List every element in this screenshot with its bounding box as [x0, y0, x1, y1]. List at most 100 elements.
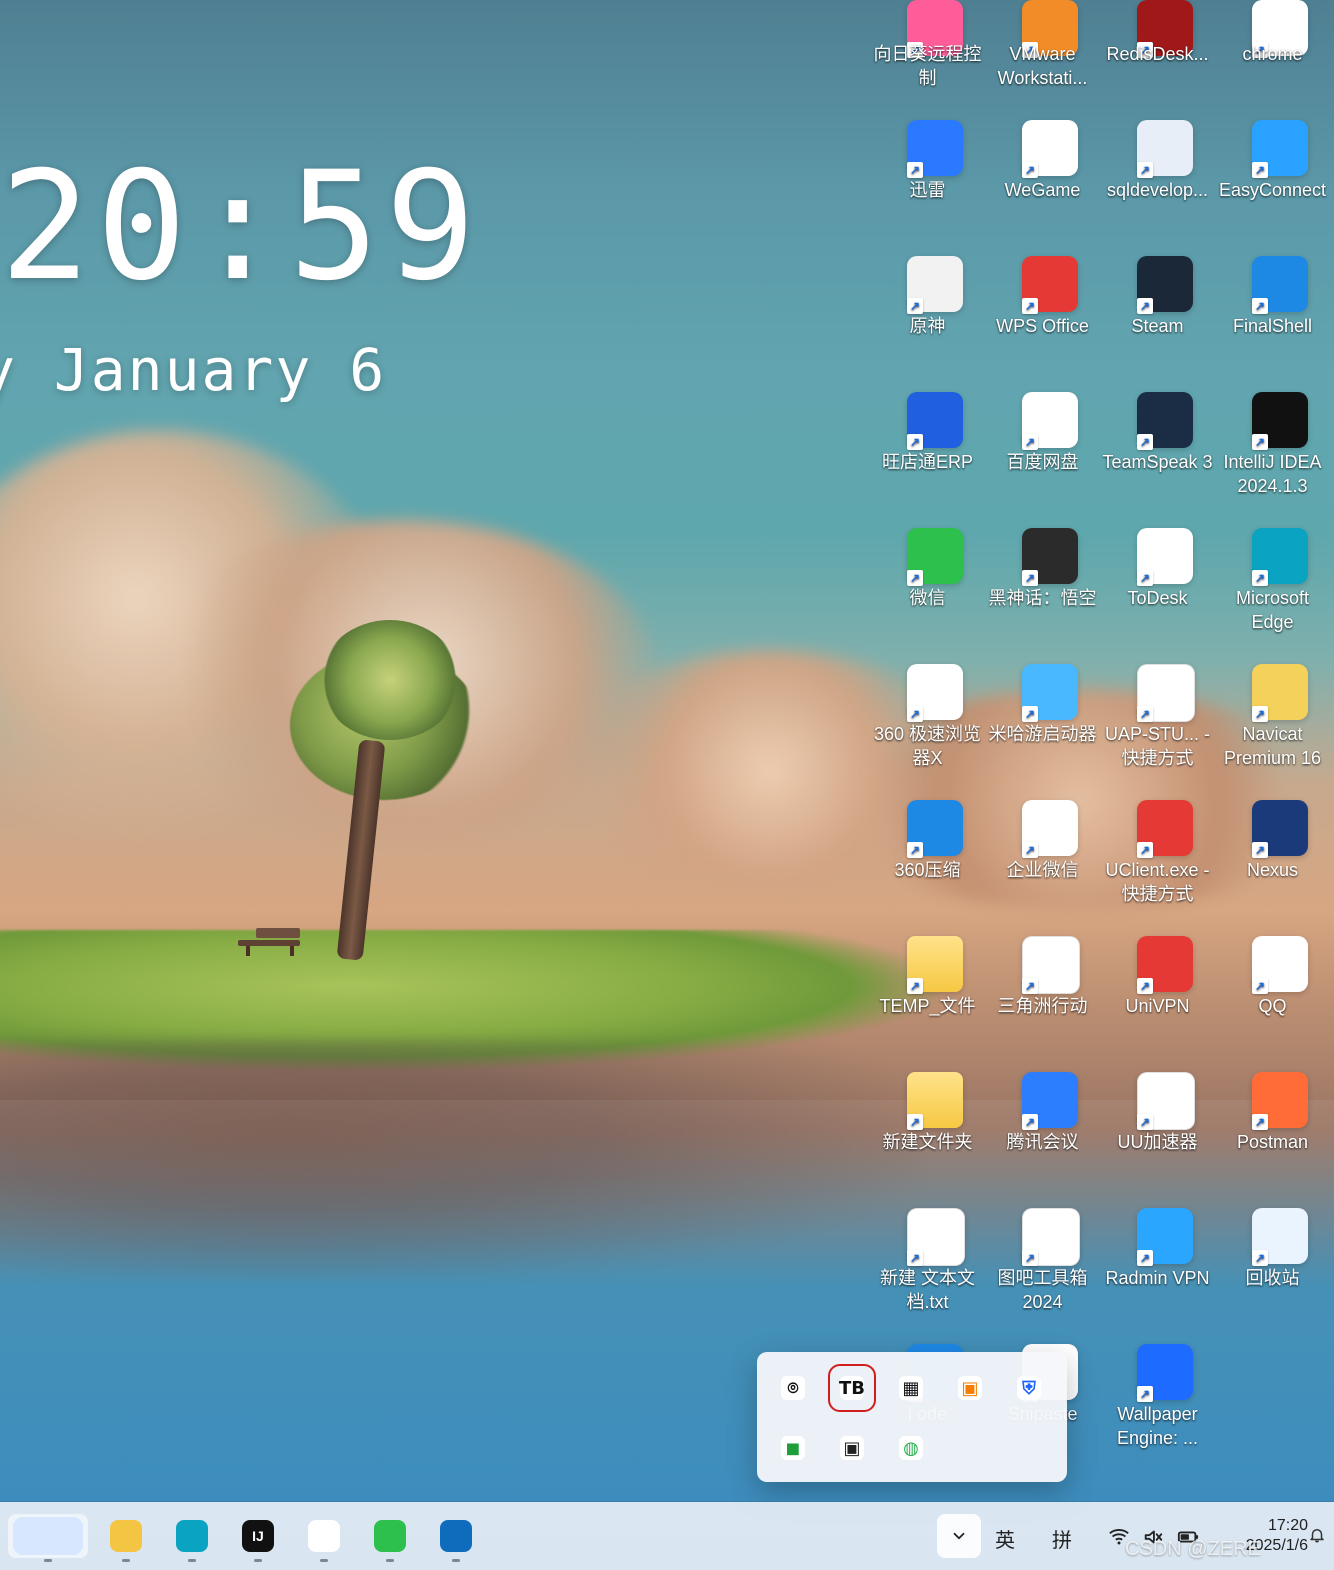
bell-icon: [1310, 1529, 1324, 1543]
desktop-icon[interactable]: ↗ ToDesk: [1100, 528, 1215, 658]
shortcut-arrow-icon: ↗: [1252, 706, 1268, 722]
shortcut-arrow-icon: ↗: [1252, 978, 1268, 994]
desktop-icon[interactable]: ↗ sqldevelop...: [1100, 120, 1215, 250]
desktop-icon[interactable]: ↗ 360压缩: [870, 800, 985, 930]
taskbar-app-button[interactable]: [298, 1514, 350, 1562]
shortcut-arrow-icon: ↗: [907, 162, 923, 178]
desktop-icon[interactable]: ↗ Wallpaper Engine: ...: [1100, 1344, 1215, 1474]
wechat-icon: [374, 1520, 406, 1552]
desktop-icon[interactable]: ↗ UniVPN: [1100, 936, 1215, 1066]
desktop-icon[interactable]: ↗ TeamSpeak 3: [1100, 392, 1215, 522]
desktop-icon-label: 回收站: [1245, 1268, 1300, 1288]
taskbar-app-button[interactable]: [8, 1514, 88, 1562]
desktop-icon[interactable]: ↗ TEMP_文件: [870, 936, 985, 1066]
desktop-icon[interactable]: ↗ 旺店通ERP: [870, 392, 985, 522]
desktop-icon-label: Microsoft Edge: [1235, 588, 1309, 632]
desktop-icon[interactable]: ↗ 回收站: [1215, 1208, 1330, 1338]
desktop-icon[interactable]: ↗ IntelliJ IDEA 2024.1.3: [1215, 392, 1330, 522]
desktop-icon[interactable]: ↗ 360 极速浏览器X: [870, 664, 985, 794]
desktop-icon[interactable]: ↗ UClient.exe - 快捷方式: [1100, 800, 1215, 930]
desktop-icon[interactable]: ↗ RedisDesk...: [1100, 0, 1215, 130]
tray-icon[interactable]: ◍: [891, 1428, 931, 1468]
ime-language-indicator[interactable]: 英: [995, 1524, 1015, 1553]
taskbar-app-button[interactable]: IJ: [232, 1514, 284, 1562]
desktop-icon[interactable]: ↗ Radmin VPN: [1100, 1208, 1215, 1338]
desktop-icon[interactable]: ↗ 新建文件夹: [870, 1072, 985, 1202]
desktop-icon-label: 新建 文本文档.txt: [879, 1268, 975, 1312]
desktop-icon[interactable]: ↗ UAP-STU... - 快捷方式: [1100, 664, 1215, 794]
desktop-icon-label: Wallpaper Engine: ...: [1116, 1404, 1199, 1448]
desktop-icon[interactable]: ↗ chrome: [1215, 0, 1330, 130]
tray-icon[interactable]: ▦: [891, 1368, 931, 1408]
desktop-icon-label: VMware Workstati...: [997, 44, 1088, 88]
shortcut-arrow-icon: ↗: [907, 1114, 923, 1130]
shortcut-arrow-icon: ↗: [1252, 842, 1268, 858]
tray-icon[interactable]: ⌾: [773, 1368, 813, 1408]
nvidia-icon: ◼: [781, 1436, 805, 1460]
chevron-down-icon: [953, 1532, 965, 1540]
desktop-icon[interactable]: ↗ Postman: [1215, 1072, 1330, 1202]
taskbar-app-button[interactable]: [166, 1514, 218, 1562]
tb-icon: TB: [839, 1376, 865, 1400]
tray-icon[interactable]: ⛨: [1009, 1368, 1049, 1408]
desktop-icon[interactable]: ↗ EasyConnect: [1215, 120, 1330, 250]
taskbar-app-button[interactable]: [364, 1514, 416, 1562]
hidden-icons-popup: ⌾ TB ▦ ▣ ⛨ ◼ ▣ ◍: [757, 1352, 1067, 1482]
desktop-icon[interactable]: ↗ VMware Workstati...: [985, 0, 1100, 130]
tray-icon[interactable]: TB: [828, 1364, 876, 1412]
system-time: 17:20: [1267, 1517, 1308, 1534]
desktop-icon[interactable]: ↗ 三角洲行动: [985, 936, 1100, 1066]
ime-mode-indicator[interactable]: 拼: [1052, 1524, 1072, 1553]
desktop-icon[interactable]: ↗ 图吧工具箱 2024: [985, 1208, 1100, 1338]
desktop-icon-label: UU加速器: [1117, 1132, 1198, 1152]
desktop-icon[interactable]: ↗ 向日葵远程控制: [870, 0, 985, 130]
tray-icon[interactable]: ▣: [832, 1428, 872, 1468]
desktop-icon[interactable]: ↗ 新建 文本文档.txt: [870, 1208, 985, 1338]
desktop-icon-label: ToDesk: [1127, 588, 1188, 608]
desktop-icon[interactable]: ↗ 黑神话：悟空: [985, 528, 1100, 658]
desktop-icon[interactable]: ↗ WeGame: [985, 120, 1100, 250]
desktop-icon[interactable]: ↗ Navicat Premium 16: [1215, 664, 1330, 794]
desktop-icon[interactable]: ↗ UU加速器: [1100, 1072, 1215, 1202]
desktop-icon[interactable]: ↗ 米哈游启动器: [985, 664, 1100, 794]
desktop-icon[interactable]: ↗ Steam: [1100, 256, 1215, 386]
shortcut-arrow-icon: ↗: [1022, 162, 1038, 178]
shortcut-arrow-icon: ↗: [1137, 842, 1153, 858]
shortcut-arrow-icon: ↗: [1137, 298, 1153, 314]
tray-icon[interactable]: ▣: [950, 1368, 990, 1408]
tray-icon[interactable]: ◼: [773, 1428, 813, 1468]
desktop-icon[interactable]: ↗ 企业微信: [985, 800, 1100, 930]
desktop-icon-label: 企业微信: [1006, 860, 1079, 880]
shortcut-arrow-icon: ↗: [1022, 706, 1038, 722]
desktop-icon[interactable]: ↗ 迅雷: [870, 120, 985, 250]
desktop-icon-label: 百度网盘: [1006, 452, 1079, 472]
desktop-icon[interactable]: ↗ 百度网盘: [985, 392, 1100, 522]
desktop-icon[interactable]: ↗ QQ: [1215, 936, 1330, 1066]
desktop-icon[interactable]: ↗ WPS Office: [985, 256, 1100, 386]
desktop-icon[interactable]: ↗ 腾讯会议: [985, 1072, 1100, 1202]
desktop-icon[interactable]: ↗ 微信: [870, 528, 985, 658]
shortcut-arrow-icon: ↗: [907, 298, 923, 314]
quick-settings[interactable]: [1108, 1522, 1200, 1552]
desktop-icon[interactable]: ↗ FinalShell: [1215, 256, 1330, 386]
desktop-icon[interactable]: ↗ 原神: [870, 256, 985, 386]
desktop-icon[interactable]: ↗ Nexus: [1215, 800, 1330, 930]
desktop-icon-label: sqldevelop...: [1106, 180, 1209, 200]
shortcut-arrow-icon: ↗: [1022, 1114, 1038, 1130]
desktop-icon-label: EasyConnect: [1218, 180, 1327, 200]
desktop-icon-label: 腾讯会议: [1006, 1132, 1079, 1152]
desktop-icon-label: Nexus: [1246, 860, 1299, 880]
desktop-icon-label: WPS Office: [996, 316, 1089, 336]
show-hidden-icons-button[interactable]: [937, 1514, 981, 1558]
notification-bell[interactable]: [1306, 1524, 1328, 1546]
desktop-icon-label: 微信: [909, 588, 946, 608]
desktop-icon-label: 三角洲行动: [997, 996, 1088, 1016]
desktop-icon-label: TEMP_文件: [879, 996, 976, 1016]
system-clock[interactable]: 17:20 2025/1/6: [1246, 1516, 1308, 1556]
desktop-icon-label: 向日葵远程控制: [873, 44, 982, 88]
desktop-icon[interactable]: ↗ Microsoft Edge: [1215, 528, 1330, 658]
taskbar-app-button[interactable]: [100, 1514, 152, 1562]
desktop-icon-label: WeGame: [1004, 180, 1081, 200]
taskbar-app-button[interactable]: [430, 1514, 482, 1562]
shortcut-arrow-icon: ↗: [1252, 570, 1268, 586]
